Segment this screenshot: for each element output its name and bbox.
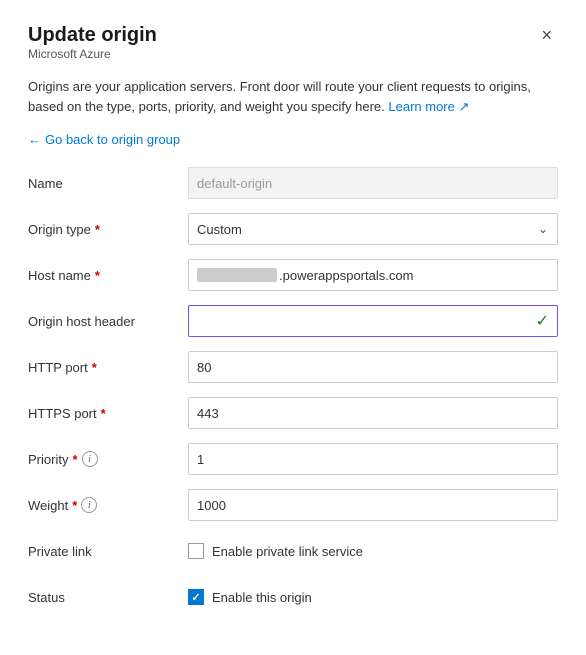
priority-control [188, 443, 558, 475]
https-port-input[interactable] [188, 397, 558, 429]
http-port-control [188, 351, 558, 383]
back-link[interactable]: ← Go back to origin group [28, 132, 180, 147]
description-text: Origins are your application servers. Fr… [28, 77, 558, 116]
origin-type-select[interactable]: Custom App Service Azure Blob Storage Az… [188, 213, 558, 245]
name-input[interactable] [188, 167, 558, 199]
priority-required: * [72, 452, 77, 467]
origin-type-row: Origin type * Custom App Service Azure B… [28, 213, 558, 245]
private-link-checkbox-row: Enable private link service [188, 543, 558, 559]
origin-host-header-input[interactable] [189, 306, 557, 336]
host-domain: .powerappsportals.com [277, 268, 413, 283]
weight-row: Weight * i [28, 489, 558, 521]
status-checkbox[interactable] [188, 589, 204, 605]
name-label: Name [28, 176, 188, 191]
back-arrow-icon: ← [28, 132, 41, 147]
host-field-wrapper: .powerappsportals.com [188, 259, 558, 291]
private-link-checkbox-label: Enable private link service [212, 544, 363, 559]
host-blur [197, 268, 277, 282]
origin-host-header-row: Origin host header ✓ [28, 305, 558, 337]
origin-type-required: * [95, 222, 100, 237]
priority-label: Priority * i [28, 451, 188, 467]
private-link-row: Private link Enable private link service [28, 535, 558, 567]
private-link-label: Private link [28, 544, 188, 559]
https-port-label: HTTPS port * [28, 406, 188, 421]
host-name-required: * [95, 268, 100, 283]
name-control [188, 167, 558, 199]
checkmark-icon: ✓ [536, 311, 549, 331]
private-link-control: Enable private link service [188, 543, 558, 559]
weight-required: * [72, 498, 77, 513]
panel-title: Update origin [28, 24, 157, 47]
close-button[interactable]: × [535, 24, 558, 46]
panel-subtitle: Microsoft Azure [28, 47, 157, 61]
origin-type-label: Origin type * [28, 222, 188, 237]
http-port-required: * [92, 360, 97, 375]
learn-more-link[interactable]: Learn more ↗ [388, 99, 469, 114]
title-block: Update origin Microsoft Azure [28, 24, 157, 75]
origin-type-control: Custom App Service Azure Blob Storage Az… [188, 213, 558, 245]
http-port-input[interactable] [188, 351, 558, 383]
name-row: Name [28, 167, 558, 199]
priority-input[interactable] [188, 443, 558, 475]
origin-host-header-label: Origin host header [28, 314, 188, 329]
origin-host-wrapper: ✓ [188, 305, 558, 337]
weight-control [188, 489, 558, 521]
host-name-label: Host name * [28, 268, 188, 283]
priority-info-icon[interactable]: i [82, 451, 98, 467]
https-port-control [188, 397, 558, 429]
host-name-row: Host name * .powerappsportals.com [28, 259, 558, 291]
status-checkbox-row: Enable this origin [188, 589, 558, 605]
http-port-label: HTTP port * [28, 360, 188, 375]
panel-header: Update origin Microsoft Azure × [28, 24, 558, 75]
status-row: Status Enable this origin [28, 581, 558, 613]
https-port-required: * [101, 406, 106, 421]
weight-input[interactable] [188, 489, 558, 521]
weight-info-icon[interactable]: i [81, 497, 97, 513]
update-origin-panel: Update origin Microsoft Azure × Origins … [0, 0, 586, 655]
priority-row: Priority * i [28, 443, 558, 475]
status-control: Enable this origin [188, 589, 558, 605]
host-name-control: .powerappsportals.com [188, 259, 558, 291]
origin-host-header-control: ✓ [188, 305, 558, 337]
http-port-row: HTTP port * [28, 351, 558, 383]
private-link-checkbox[interactable] [188, 543, 204, 559]
https-port-row: HTTPS port * [28, 397, 558, 429]
weight-label: Weight * i [28, 497, 188, 513]
